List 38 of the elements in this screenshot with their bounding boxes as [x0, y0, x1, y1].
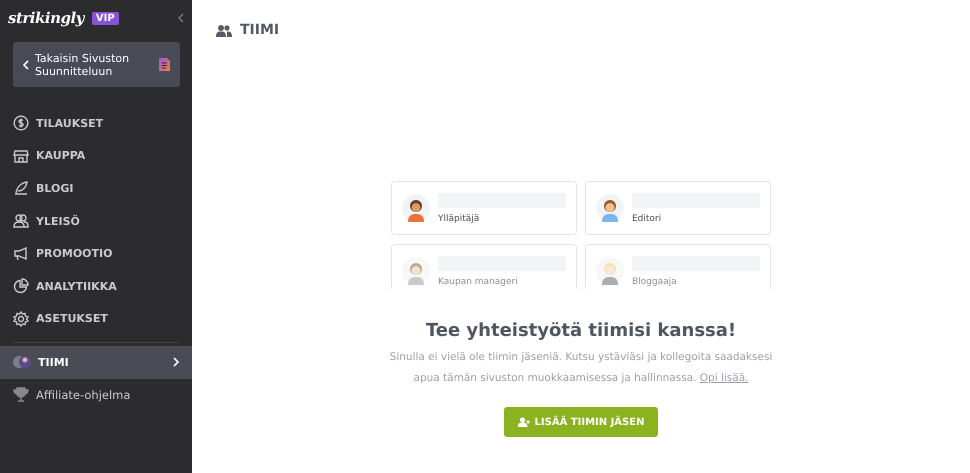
chevron-left-icon — [23, 60, 29, 70]
add-user-icon — [518, 417, 530, 427]
people-icon — [13, 213, 29, 230]
avatar-icon — [596, 194, 624, 222]
empty-heading: Tee yhteistyötä tiimisi kanssa! — [426, 320, 736, 341]
sidebar-item[interactable]: TIIMI — [0, 346, 192, 379]
sidebar-item[interactable]: YLEISÖ — [0, 204, 192, 238]
team-icon — [216, 24, 232, 36]
back-button[interactable]: Takaisin Sivuston Suunnitteluun — [13, 42, 180, 87]
dollar-icon — [13, 115, 29, 132]
sidebar-item[interactable]: ANALYTIIKKA — [0, 270, 192, 303]
role-label: Editori — [632, 214, 662, 224]
role-label: Bloggaaja — [632, 276, 678, 286]
chevron-right-icon — [173, 357, 179, 368]
page-title: TIIMI — [240, 22, 280, 38]
document-icon — [159, 58, 170, 71]
team-avatars-icon — [13, 354, 31, 370]
avatar-icon — [596, 257, 624, 285]
vip-badge: VIP — [92, 12, 119, 24]
empty-description: Sinulla ei vielä ole tiimin jäseniä. Kutsu ystäviäsi ja kollegoita saadaksesi apua tämän sivuston muokkaamisessa ja hallinnassa. Opi lisää. — [388, 350, 774, 386]
logo: strikingly — [8, 9, 84, 27]
pie-chart-icon — [13, 278, 29, 294]
role-label: Kaupan manageri — [438, 276, 519, 286]
sidebar-item[interactable]: KAUPPA — [0, 140, 192, 172]
role-label: Ylläpitäjä — [438, 214, 480, 224]
gear-icon — [13, 310, 29, 327]
sidebar-item[interactable]: PROMOOTIO — [0, 237, 192, 270]
avatar-icon — [402, 194, 430, 222]
megaphone-icon — [13, 246, 29, 262]
sidebar-item[interactable]: BLOGI — [0, 172, 192, 205]
trophy-icon — [13, 387, 29, 404]
sidebar-item[interactable]: Affiliate-ohjelma — [0, 378, 192, 412]
quill-icon — [13, 180, 29, 196]
collapse-icon[interactable] — [178, 13, 184, 23]
sidebar-item[interactable]: ASETUKSET — [0, 302, 192, 336]
avatar-icon — [402, 257, 430, 285]
storefront-icon — [13, 148, 29, 164]
sidebar-item[interactable]: TILAUKSET — [0, 107, 192, 140]
